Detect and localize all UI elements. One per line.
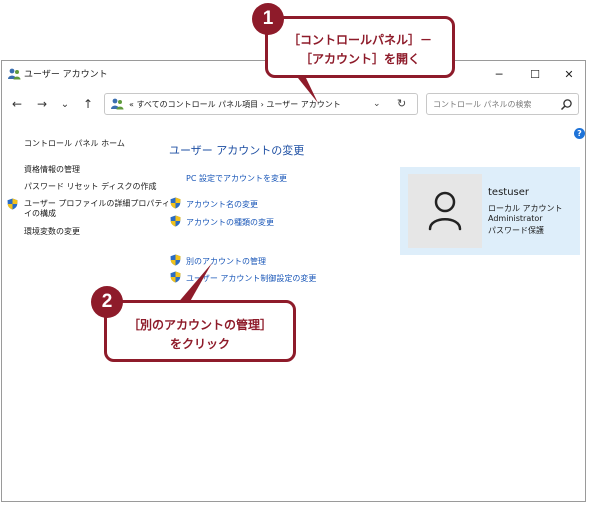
callout-2-line1: ［別のアカウントの管理］	[127, 318, 272, 332]
callout-1-number: 1	[252, 3, 284, 35]
callout-1-line1: ［コントロールパネル］－	[287, 33, 432, 47]
callout-2-line2: をクリック	[169, 337, 230, 351]
callout-1: ［コントロールパネル］－ ［アカウント］を開く	[265, 16, 455, 78]
callout-1-pointer	[298, 78, 318, 103]
callout-2: ［別のアカウントの管理］ をクリック	[104, 300, 296, 362]
callout-2-number: 2	[91, 286, 123, 318]
callout-2-pointer	[176, 263, 212, 305]
callout-1-line2: ［アカウント］を開く	[299, 52, 420, 66]
